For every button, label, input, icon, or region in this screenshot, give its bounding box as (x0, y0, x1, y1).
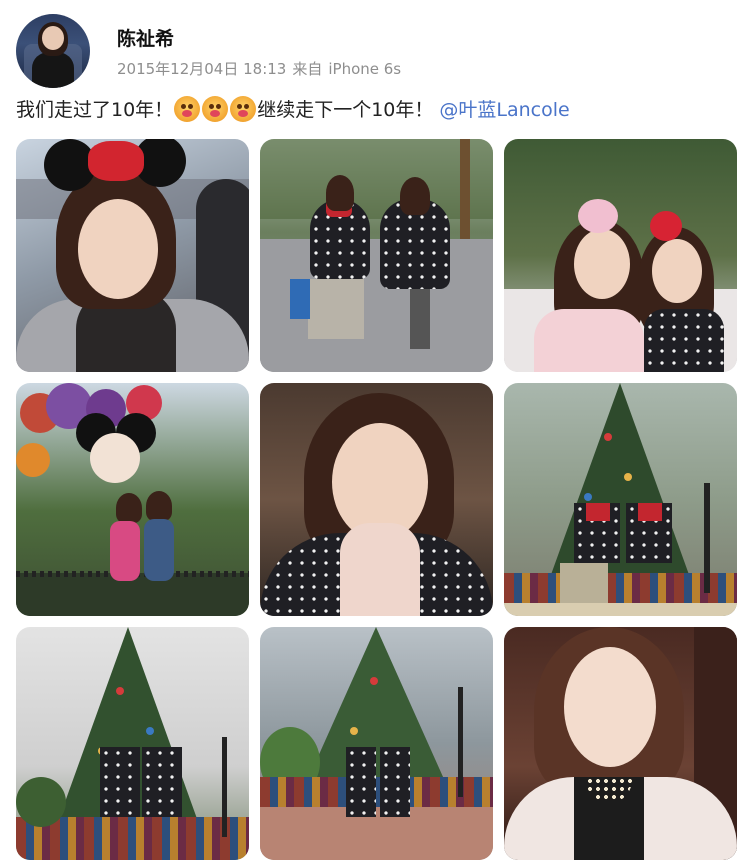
photo-3[interactable] (504, 139, 737, 372)
source-device[interactable]: iPhone 6s (328, 60, 401, 78)
author-name[interactable]: 陈祉希 (117, 24, 174, 51)
photo-2[interactable] (260, 139, 493, 372)
sad-face-emoji (230, 95, 257, 122)
photo-7[interactable] (16, 627, 249, 860)
photo-1[interactable] (16, 139, 249, 372)
photo-8[interactable] (260, 627, 493, 860)
photo-9[interactable] (504, 627, 737, 860)
post-text-part1: 我们走过了10年！ (16, 99, 174, 121)
post-date: 2015年12月04日 18:13 (117, 60, 287, 78)
sad-face-emoji (174, 95, 201, 122)
photo-6[interactable] (504, 383, 737, 616)
source-prefix: 来自 (292, 60, 323, 78)
post-header: 陈祉希 2015年12月04日 18:13 来自 iPhone 6s (16, 14, 734, 94)
avatar[interactable] (16, 14, 90, 88)
post-text: 我们走过了10年！ 继续走下一个10年！ @叶蓝Lancole (16, 95, 570, 122)
photo-4[interactable] (16, 383, 249, 616)
photo-5[interactable] (260, 383, 493, 616)
mention-link[interactable]: @叶蓝Lancole (439, 95, 569, 122)
post-meta: 2015年12月04日 18:13 来自 iPhone 6s (117, 58, 407, 79)
sad-face-emoji (202, 95, 229, 122)
post-text-part2: 继续走下一个10年！ (257, 99, 434, 121)
